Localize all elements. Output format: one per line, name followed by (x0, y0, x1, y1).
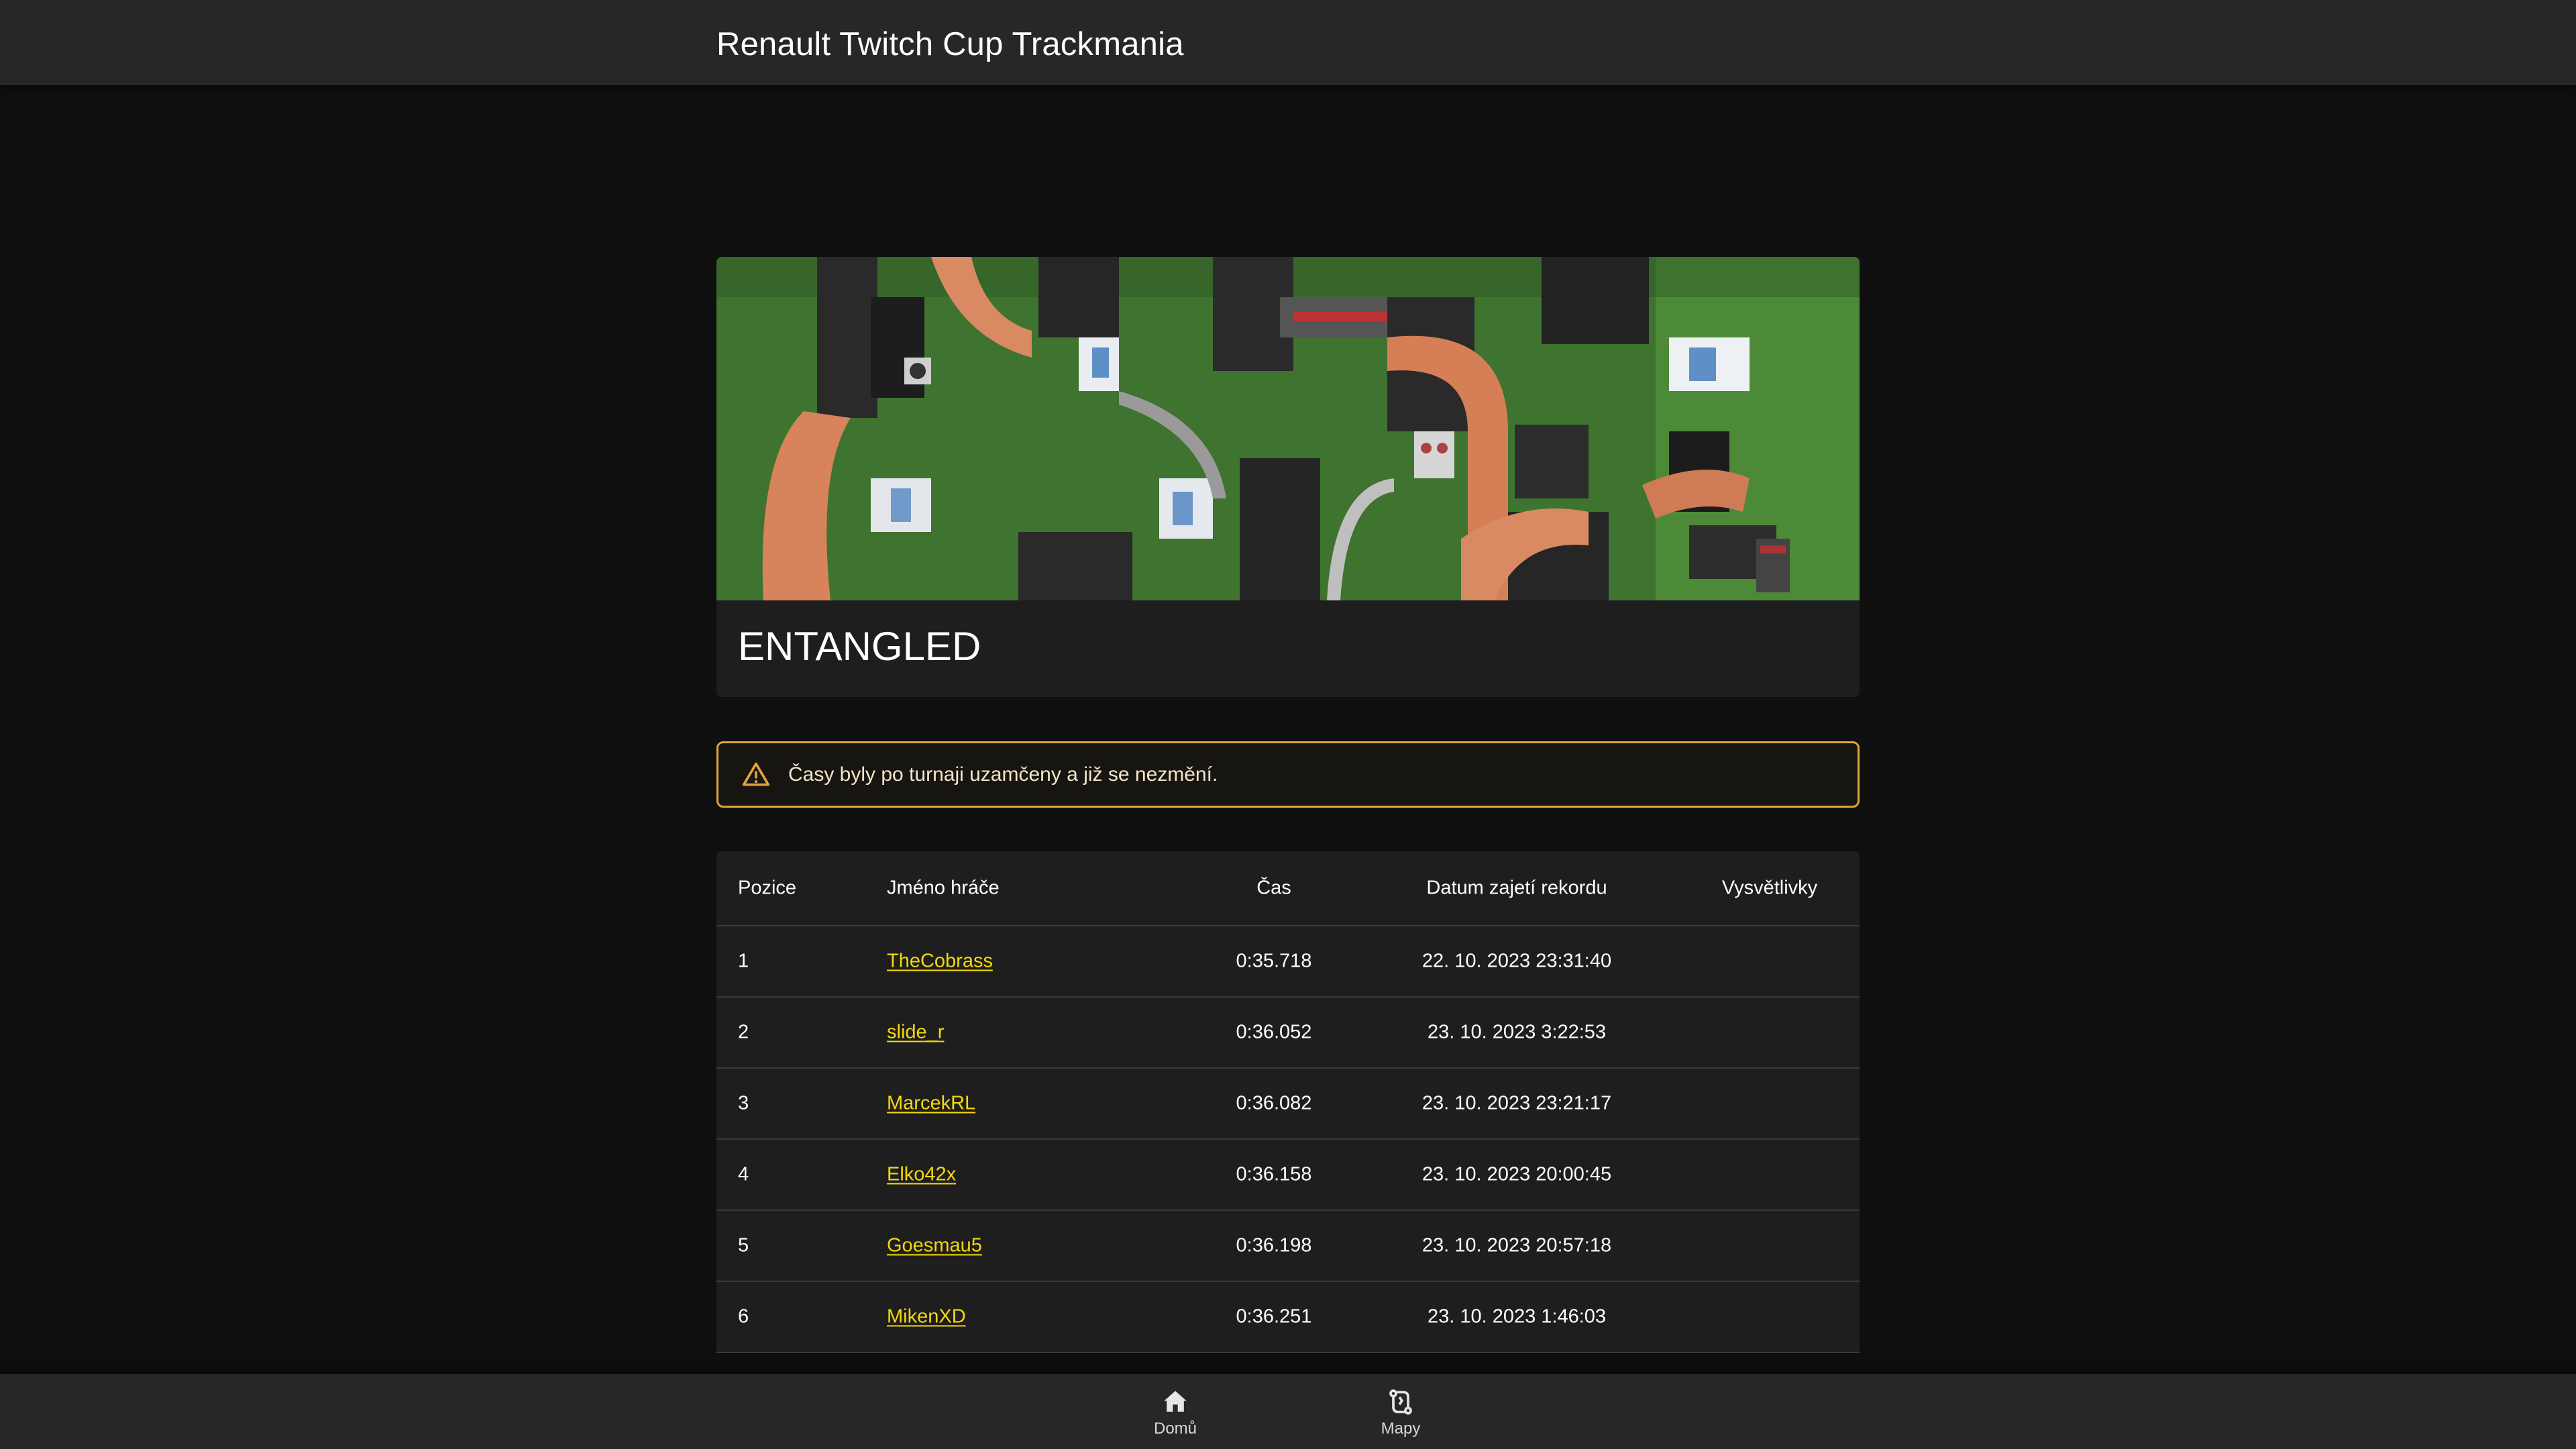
row-time: 0:36.052 (1236, 1021, 1312, 1043)
main-content: ENTANGLED Časy byly po turnaji uzamčeny … (716, 257, 1860, 1353)
row-position: 2 (738, 1021, 749, 1043)
column-header-time: Čas (1256, 877, 1291, 899)
table-row: 6 MikenXD 0:36.251 23. 10. 2023 1:46:03 (716, 1282, 1860, 1353)
row-date: 23. 10. 2023 3:22:53 (1427, 1021, 1607, 1043)
track-aerial-illustration (716, 257, 1860, 600)
locked-times-alert: Časy byly po turnaji uzamčeny a již se n… (716, 741, 1860, 808)
warning-icon (742, 762, 770, 786)
table-row: 1 TheCobrass 0:35.718 22. 10. 2023 23:31… (716, 926, 1860, 998)
row-time: 0:36.082 (1236, 1092, 1312, 1114)
row-time: 0:36.251 (1236, 1305, 1312, 1328)
player-link[interactable]: slide_r (887, 1022, 944, 1044)
column-header-date: Datum zajetí rekordu (1426, 877, 1607, 899)
alert-message: Časy byly po turnaji uzamčeny a již se n… (788, 763, 1218, 786)
row-position: 6 (738, 1305, 749, 1328)
row-date: 23. 10. 2023 20:57:18 (1421, 1234, 1612, 1256)
player-link[interactable]: MikenXD (887, 1306, 966, 1328)
nav-maps-button[interactable]: Mapy (1334, 1387, 1468, 1444)
row-time: 0:36.158 (1236, 1163, 1312, 1185)
table-row: 2 slide_r 0:36.052 23. 10. 2023 3:22:53 (716, 998, 1860, 1069)
player-link[interactable]: TheCobrass (887, 951, 993, 973)
table-row: 3 MarcekRL 0:36.082 23. 10. 2023 23:21:1… (716, 1069, 1860, 1140)
player-link[interactable]: MarcekRL (887, 1093, 975, 1115)
map-name: ENTANGLED (738, 624, 981, 669)
row-date: 23. 10. 2023 23:21:17 (1421, 1092, 1612, 1114)
route-icon (1389, 1389, 1412, 1415)
column-header-notes: Vysvětlivky (1721, 877, 1818, 899)
row-position: 3 (738, 1092, 749, 1114)
player-link[interactable]: Goesmau5 (887, 1235, 982, 1257)
row-position: 5 (738, 1234, 749, 1256)
row-date: 23. 10. 2023 1:46:03 (1427, 1305, 1607, 1328)
top-app-bar: Renault Twitch Cup Trackmania (0, 0, 2576, 85)
bottom-navigation: Domů Mapy (0, 1374, 2576, 1449)
row-date: 23. 10. 2023 20:00:45 (1421, 1163, 1612, 1185)
map-card: ENTANGLED (716, 257, 1860, 697)
table-header-row: Pozice Jméno hráče Čas Datum zajetí reko… (716, 851, 1860, 926)
row-time: 0:36.198 (1236, 1234, 1312, 1256)
leaderboard-table: Pozice Jméno hráče Čas Datum zajetí reko… (716, 851, 1860, 1353)
row-position: 4 (738, 1163, 749, 1185)
table-row: 4 Elko42x 0:36.158 23. 10. 2023 20:00:45 (716, 1140, 1860, 1211)
home-icon (1164, 1391, 1187, 1412)
map-thumbnail-image (716, 257, 1860, 600)
row-time: 0:35.718 (1236, 950, 1312, 972)
app-title[interactable]: Renault Twitch Cup Trackmania (716, 25, 1184, 63)
row-position: 1 (738, 950, 749, 972)
player-link[interactable]: Elko42x (887, 1164, 956, 1186)
column-header-position: Pozice (738, 877, 797, 899)
nav-home-label: Domů (1153, 1419, 1197, 1438)
column-header-player: Jméno hráče (887, 877, 1000, 899)
nav-maps-label: Mapy (1381, 1419, 1421, 1438)
table-row: 5 Goesmau5 0:36.198 23. 10. 2023 20:57:1… (716, 1211, 1860, 1282)
nav-home-button[interactable]: Domů (1108, 1387, 1242, 1444)
row-date: 22. 10. 2023 23:31:40 (1421, 950, 1612, 972)
